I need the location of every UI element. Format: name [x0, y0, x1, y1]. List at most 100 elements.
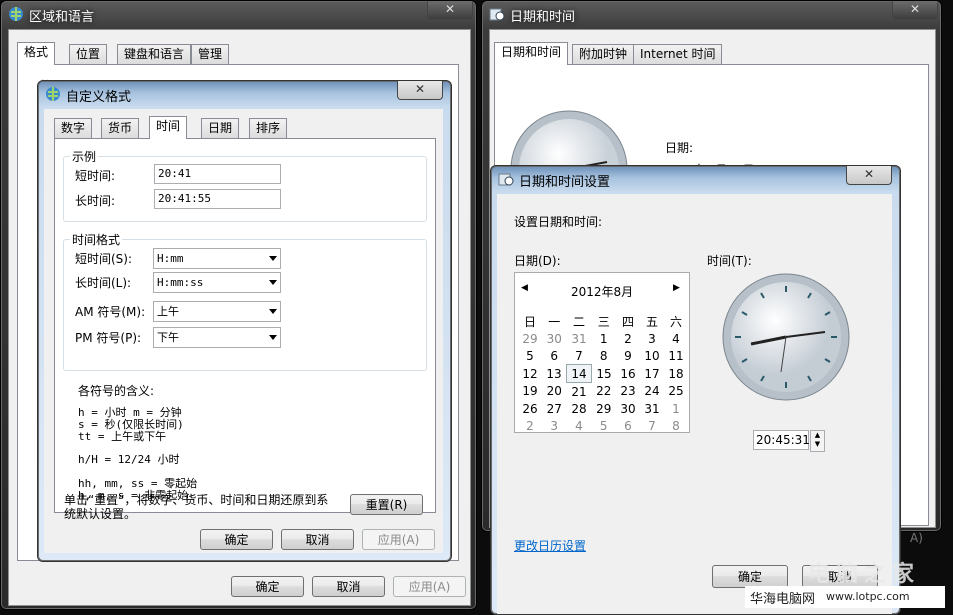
calendar-day[interactable]: 17: [640, 365, 664, 383]
calendar-day[interactable]: 4: [567, 417, 592, 434]
calendar-day[interactable]: 7: [640, 417, 664, 434]
calendar-week-row: 29 30 31 1 2 3 4: [518, 330, 688, 347]
tab-internet-time[interactable]: Internet 时间: [633, 44, 723, 64]
time-format-group: 时间格式 短时间(S): H:mm 长时间(L): H:mm:ss AM 符号(…: [63, 231, 427, 371]
tab-date-time[interactable]: 日期和时间: [494, 42, 569, 65]
window-title: 自定义格式: [66, 90, 132, 105]
time-picker-label: 时间(T):: [707, 254, 752, 268]
close-button[interactable]: ✕: [892, 1, 938, 20]
calendar-day[interactable]: 1: [592, 330, 617, 347]
apply-partial-label: A): [910, 531, 923, 545]
calendar-day[interactable]: 27: [542, 400, 567, 417]
example-group-label: 示例: [70, 148, 99, 165]
prev-month-button[interactable]: ◀: [521, 283, 528, 293]
short-time-example: 20:41: [154, 164, 281, 184]
datetime-settings-client: 设置日期和时间: 日期(D): 时间(T): ◀ 2012年8月 ▶ 日 一 二…: [497, 194, 892, 614]
tab-additional-clocks[interactable]: 附加时钟: [572, 44, 635, 64]
calendar-week-row: 5 6 7 8 9 10 11: [518, 347, 688, 365]
calendar-day[interactable]: 23: [616, 383, 640, 401]
calendar-day[interactable]: 2: [518, 417, 542, 434]
calendar-day-selected[interactable]: 14: [566, 364, 592, 383]
custom-cancel-button[interactable]: 取消: [281, 529, 354, 550]
custom-apply-button[interactable]: 应用(A): [362, 529, 435, 550]
weekday-header: 六: [669, 315, 682, 329]
long-time-label: 长时间:: [75, 194, 116, 208]
calendar-day[interactable]: 13: [542, 365, 567, 383]
watermark-url: www.lotpc.com: [826, 590, 910, 603]
weekday-header: 三: [597, 315, 610, 329]
pm-symbol-dropdown[interactable]: 下午: [153, 327, 281, 348]
tab-number[interactable]: 数字: [54, 118, 93, 138]
calendar-day[interactable]: 3: [542, 417, 567, 434]
datetime-settings-window: 日期和时间设置 ✕ 设置日期和时间: 日期(D): 时间(T): ◀ 2012年…: [490, 165, 901, 615]
tab-format[interactable]: 格式: [17, 42, 56, 65]
tab-sort[interactable]: 排序: [249, 118, 288, 138]
calendar-day[interactable]: 31: [567, 330, 592, 347]
chevron-down-icon: [269, 280, 277, 285]
calendar-day[interactable]: 2: [616, 330, 640, 347]
tab-date[interactable]: 日期: [201, 118, 240, 138]
time-spinner[interactable]: ▲ ▼: [810, 430, 825, 452]
calendar-day[interactable]: 6: [616, 417, 640, 434]
close-button[interactable]: ✕: [846, 166, 892, 185]
calendar-day[interactable]: 7: [567, 347, 592, 365]
calendar-day[interactable]: 22: [592, 383, 617, 401]
calendar-day[interactable]: 4: [664, 330, 688, 347]
calendar-day[interactable]: 21: [567, 383, 592, 401]
tab-time[interactable]: 时间: [149, 116, 188, 139]
calendar-day[interactable]: 30: [542, 330, 567, 347]
close-button[interactable]: ✕: [427, 1, 473, 20]
calendar-day[interactable]: 1: [664, 400, 688, 417]
region-cancel-button[interactable]: 取消: [312, 576, 385, 597]
reset-button[interactable]: 重置(R): [350, 494, 423, 515]
calendar-month-title[interactable]: 2012年8月: [571, 283, 633, 300]
calendar-grid: 日 一 二 三 四 五 六 29 30 31 1 2 3 4 5 6 7 8 9…: [518, 313, 689, 434]
next-month-button[interactable]: ▶: [673, 283, 680, 293]
calendar-day[interactable]: 8: [664, 417, 688, 434]
am-symbol-label: AM 符号(M):: [75, 305, 146, 319]
settings-ok-button[interactable]: 确定: [712, 565, 788, 588]
calendar-day[interactable]: 8: [592, 347, 617, 365]
calendar-day[interactable]: 25: [664, 383, 688, 401]
calendar-day[interactable]: 30: [616, 400, 640, 417]
short-time-format-dropdown[interactable]: H:mm: [153, 248, 281, 269]
calendar-day[interactable]: 6: [542, 347, 567, 365]
calendar-day[interactable]: 15: [592, 365, 617, 383]
tab-keyboard-language[interactable]: 键盘和语言: [117, 44, 192, 64]
window-title: 区域和语言: [29, 10, 95, 25]
region-ok-button[interactable]: 确定: [231, 576, 304, 597]
calendar-day[interactable]: 19: [518, 383, 542, 401]
am-symbol-value: 上午: [157, 305, 179, 318]
calendar-day[interactable]: 16: [616, 365, 640, 383]
calendar-day[interactable]: 18: [664, 365, 688, 383]
globe-icon: [46, 87, 60, 101]
calendar-day[interactable]: 12: [518, 365, 542, 383]
calendar-day[interactable]: 24: [640, 383, 664, 401]
calendar-day[interactable]: 9: [616, 347, 640, 365]
calendar-day[interactable]: 11: [664, 347, 688, 365]
chevron-down-icon: [269, 256, 277, 261]
calendar-day[interactable]: 28: [567, 400, 592, 417]
region-apply-button[interactable]: 应用(A): [393, 576, 466, 597]
tab-currency[interactable]: 货币: [101, 118, 140, 138]
calendar-day[interactable]: 5: [518, 347, 542, 365]
close-button[interactable]: ✕: [397, 81, 443, 100]
calendar-day[interactable]: 20: [542, 383, 567, 401]
calendar-day[interactable]: 26: [518, 400, 542, 417]
calendar-day[interactable]: 3: [640, 330, 664, 347]
calendar-day[interactable]: 29: [592, 400, 617, 417]
short-time-format-label: 短时间(S):: [75, 252, 133, 266]
calendar-day[interactable]: 5: [592, 417, 617, 434]
change-calendar-settings-link[interactable]: 更改日历设置: [514, 537, 586, 554]
legend-line: tt = 上午或下午: [78, 430, 167, 443]
calendar-day[interactable]: 29: [518, 330, 542, 347]
custom-ok-button[interactable]: 确定: [200, 529, 273, 550]
am-symbol-dropdown[interactable]: 上午: [153, 301, 281, 322]
calendar-day[interactable]: 10: [640, 347, 664, 365]
tab-location[interactable]: 位置: [69, 44, 108, 64]
time-input[interactable]: 20:45:31: [753, 430, 810, 450]
long-time-format-dropdown[interactable]: H:mm:ss: [153, 272, 281, 293]
long-time-format-value: H:mm:ss: [157, 276, 204, 289]
calendar-day[interactable]: 31: [640, 400, 664, 417]
tab-admin[interactable]: 管理: [191, 44, 230, 64]
